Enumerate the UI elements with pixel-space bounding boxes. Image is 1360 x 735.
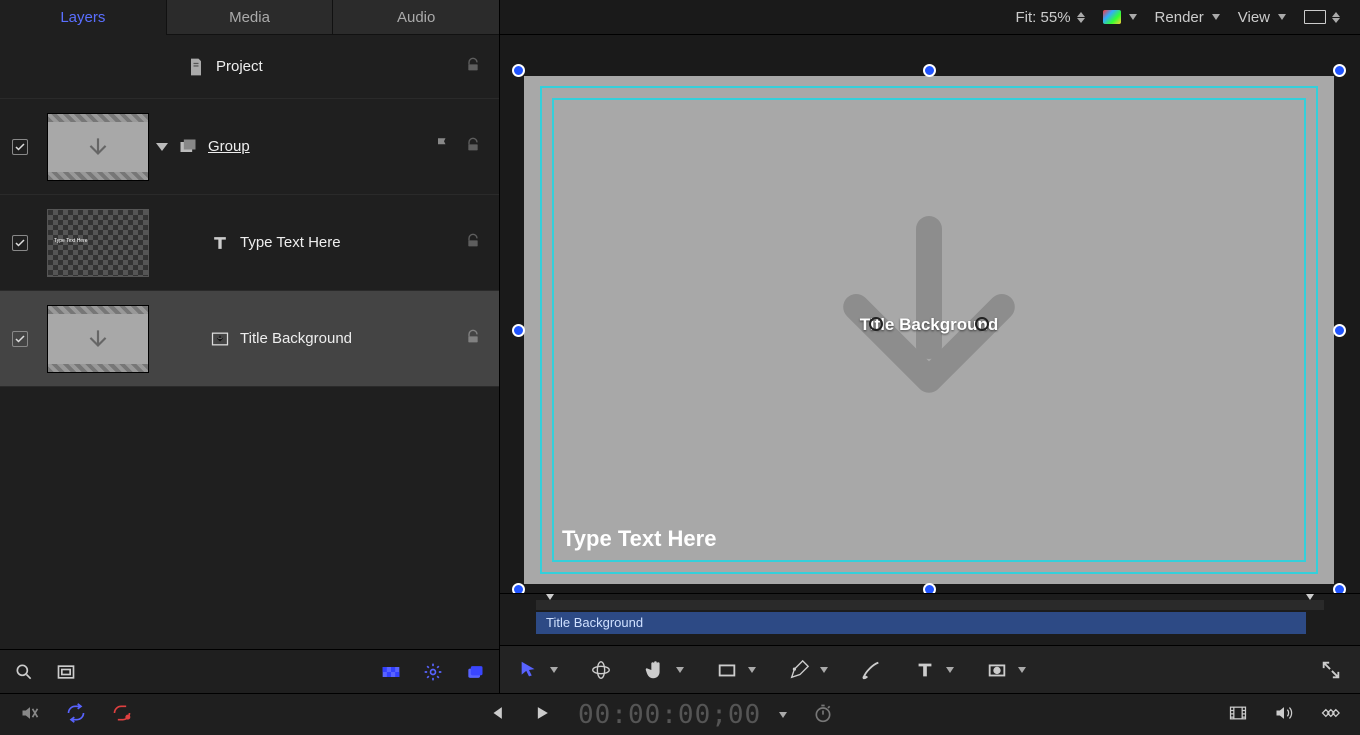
layer-row-group[interactable]: Group	[0, 99, 499, 195]
layer-thumbnail	[47, 305, 149, 373]
brush-tool[interactable]	[860, 659, 882, 681]
expand-icon[interactable]	[1320, 659, 1342, 681]
visibility-checkbox[interactable]	[12, 331, 28, 347]
panel-tabs: Layers Media Audio	[0, 0, 499, 35]
checker-icon[interactable]	[381, 662, 401, 682]
chevron-down-icon	[820, 667, 828, 673]
resize-handle[interactable]	[923, 64, 936, 77]
stopwatch-icon[interactable]	[813, 703, 833, 726]
resize-handle[interactable]	[1333, 64, 1346, 77]
timeline-clip[interactable]: Title Background	[536, 612, 1306, 634]
chevron-down-icon	[1278, 14, 1286, 20]
layer-thumbnail: Type Text Here	[47, 209, 149, 277]
tab-audio[interactable]: Audio	[332, 0, 499, 35]
text-layer-label: Type Text Here	[240, 234, 341, 251]
frame-icon[interactable]	[56, 662, 76, 682]
project-label: Project	[216, 58, 263, 75]
canvas-tool-strip	[500, 645, 1360, 693]
loop-icon[interactable]	[66, 703, 86, 726]
lock-icon[interactable]	[465, 329, 481, 348]
stack-icon[interactable]	[465, 662, 485, 682]
view-menu[interactable]: View	[1238, 9, 1286, 26]
chevron-down-icon	[550, 667, 558, 673]
record-icon[interactable]	[112, 703, 132, 726]
chevron-down-icon	[1018, 667, 1026, 673]
lock-icon[interactable]	[465, 137, 481, 156]
canvas-selection-frame[interactable]: Title Background Type Text Here	[518, 70, 1340, 590]
speaker-icon[interactable]	[1274, 703, 1294, 726]
render-menu[interactable]: Render	[1155, 9, 1220, 26]
resize-handle[interactable]	[1333, 324, 1346, 337]
left-panel-toolbar	[0, 649, 499, 693]
chevron-down-icon	[1129, 14, 1137, 20]
resize-handle[interactable]	[512, 324, 525, 337]
resize-handle[interactable]	[1333, 583, 1346, 593]
layer-row-title-background[interactable]: Title Background	[0, 291, 499, 387]
play-button[interactable]	[532, 703, 552, 726]
title-background-label: Title Background	[240, 330, 352, 347]
group-icon	[178, 137, 198, 157]
group-label: Group	[208, 138, 250, 155]
aspect-icon	[1304, 10, 1326, 24]
mute-icon[interactable]	[20, 703, 40, 726]
timecode-display[interactable]: 00:00:00;00	[578, 700, 761, 730]
color-swatch-icon	[1103, 10, 1121, 24]
tab-layers[interactable]: Layers	[0, 0, 166, 35]
gear-icon[interactable]	[423, 662, 443, 682]
pen-tool[interactable]	[788, 659, 828, 681]
left-panel: Layers Media Audio Project	[0, 0, 500, 693]
chevron-down-icon	[946, 667, 954, 673]
chevron-down-icon	[748, 667, 756, 673]
disclosure-triangle-icon[interactable]	[156, 143, 168, 151]
shape-tool[interactable]	[716, 659, 756, 681]
canvas-viewport[interactable]: Title Background Type Text Here	[500, 35, 1360, 593]
visibility-checkbox[interactable]	[12, 235, 28, 251]
chevron-down-icon	[676, 667, 684, 673]
select-tool[interactable]	[518, 659, 558, 681]
resize-handle[interactable]	[512, 583, 525, 593]
color-channel-picker[interactable]	[1103, 10, 1137, 24]
right-area: Fit: 55% Render View	[500, 0, 1360, 693]
canvas-toolbar: Fit: 55% Render View	[500, 0, 1360, 35]
chevron-down-icon	[1212, 14, 1220, 20]
tab-media[interactable]: Media	[166, 0, 333, 35]
mask-tool[interactable]	[986, 659, 1026, 681]
anchor-marker-icon	[869, 317, 883, 331]
layer-row-project[interactable]: Project	[0, 35, 499, 99]
fit-zoom-control[interactable]: Fit: 55%	[1016, 9, 1085, 26]
transport-bar: 00:00:00;00	[0, 693, 1360, 735]
out-marker-icon[interactable]	[1304, 594, 1316, 615]
resize-handle[interactable]	[923, 583, 936, 593]
orbit-tool[interactable]	[590, 659, 612, 681]
chevron-down-icon[interactable]	[779, 712, 787, 718]
anchor-marker-icon	[975, 317, 989, 331]
resize-handle[interactable]	[512, 64, 525, 77]
canvas-text-layer[interactable]: Type Text Here	[562, 526, 716, 552]
go-to-start-button[interactable]	[486, 703, 506, 726]
text-tool[interactable]	[914, 659, 954, 681]
aspect-menu[interactable]	[1304, 10, 1340, 24]
lock-icon[interactable]	[465, 233, 481, 252]
visibility-checkbox[interactable]	[12, 139, 28, 155]
search-icon[interactable]	[14, 662, 34, 682]
layer-thumbnail	[47, 113, 149, 181]
mini-timeline[interactable]: Title Background	[500, 593, 1360, 645]
film-icon[interactable]	[1228, 703, 1248, 726]
fit-zoom-label: Fit: 55%	[1016, 9, 1071, 26]
layer-row-text[interactable]: Type Text Here Type Text Here	[0, 195, 499, 291]
text-icon	[210, 233, 230, 253]
layer-list: Project	[0, 35, 499, 649]
project-icon	[186, 57, 206, 77]
flag-icon[interactable]	[435, 136, 453, 157]
lock-icon[interactable]	[465, 57, 481, 76]
in-marker-icon[interactable]	[544, 594, 556, 615]
keyframes-icon[interactable]	[1320, 703, 1340, 726]
hand-tool[interactable]	[644, 659, 684, 681]
dropzone-icon	[210, 329, 230, 349]
